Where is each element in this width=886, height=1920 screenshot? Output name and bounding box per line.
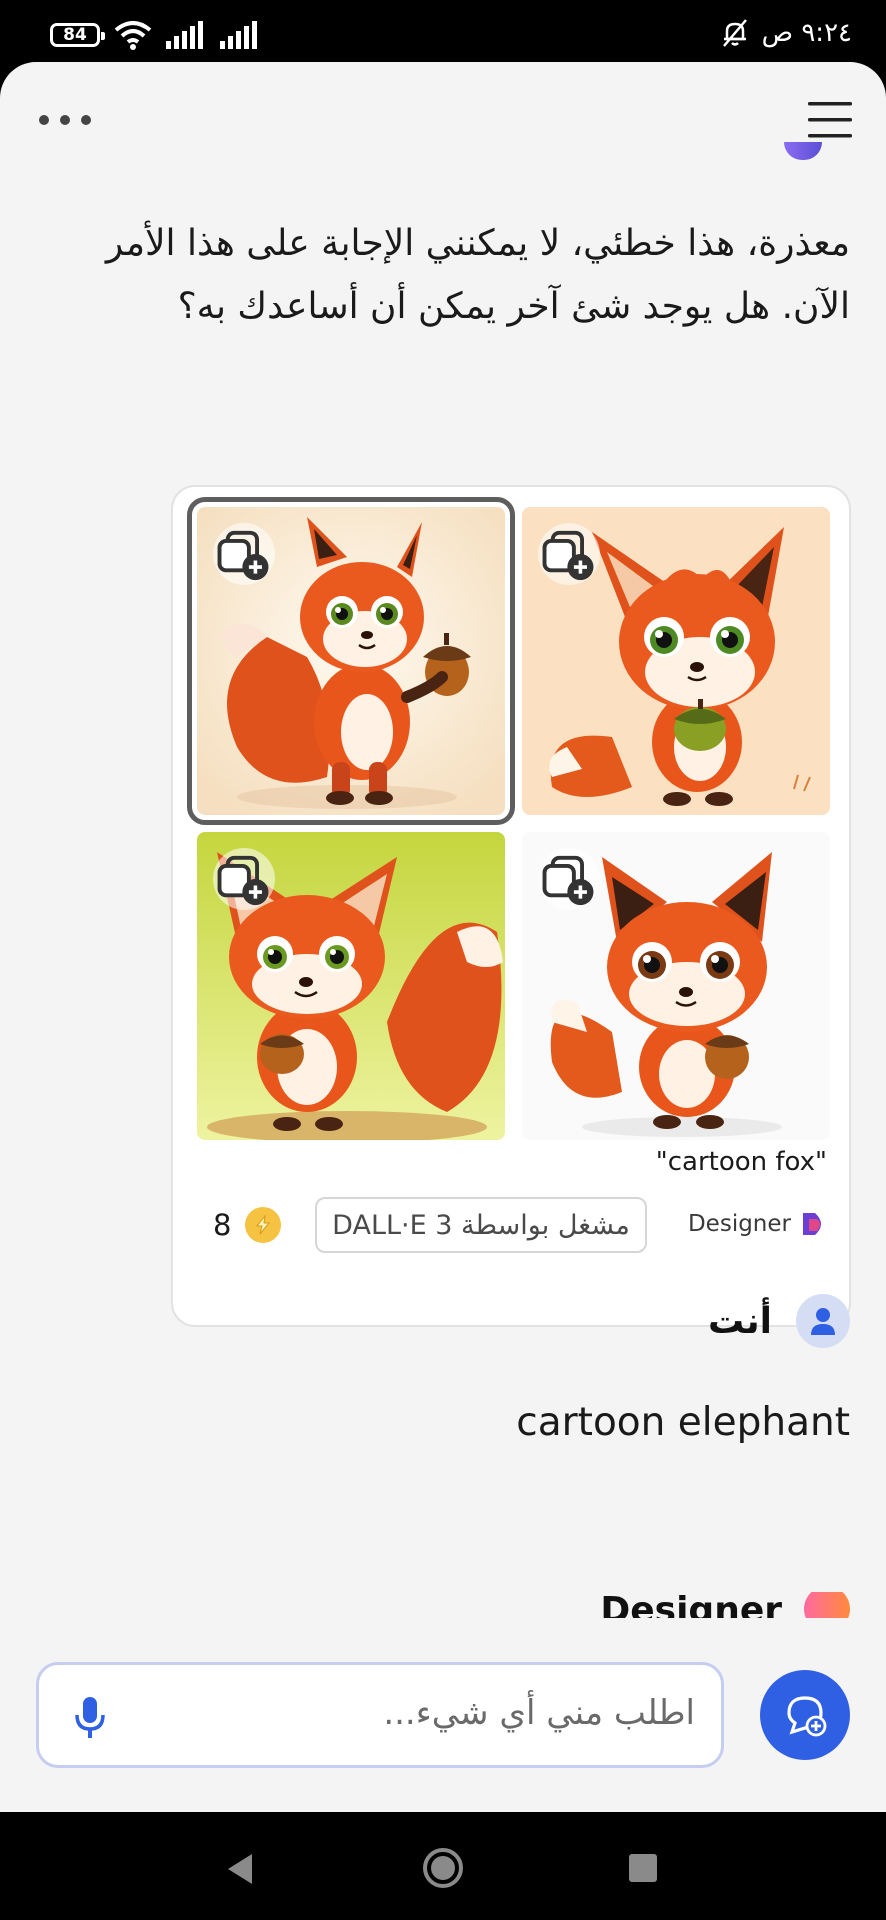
designer-brand[interactable]: Designer bbox=[688, 1209, 829, 1239]
add-to-collection-icon[interactable] bbox=[213, 848, 275, 910]
fox-image-3[interactable] bbox=[197, 832, 505, 1140]
status-left: 84 bbox=[50, 20, 260, 50]
designer-label: Designer bbox=[687, 1211, 791, 1237]
fox-image-4[interactable] bbox=[522, 832, 830, 1140]
user-message-text: cartoon elephant bbox=[516, 1400, 850, 1445]
user-message-header: أنت bbox=[708, 1294, 850, 1348]
chat-input-placeholder: اطلب مني أي شيء... bbox=[383, 1693, 695, 1733]
signal-icon-2 bbox=[220, 21, 257, 49]
bot-reply-text: معذرة، هذا خطئي، لا يمكنني الإجابة على ه… bbox=[105, 223, 850, 327]
signal-icon-1 bbox=[166, 21, 203, 49]
new-chat-icon bbox=[787, 1696, 827, 1737]
user-avatar-icon bbox=[796, 1294, 850, 1348]
wifi-icon bbox=[114, 21, 152, 50]
designer-avatar-partial bbox=[784, 142, 822, 160]
designer-avatar-icon bbox=[804, 1592, 850, 1618]
add-to-collection-icon[interactable] bbox=[538, 523, 600, 585]
add-to-collection-icon[interactable] bbox=[213, 523, 275, 585]
boost-count: 8 bbox=[213, 1208, 232, 1242]
microphone-icon[interactable] bbox=[73, 1695, 107, 1741]
image-result-card: "cartoon fox" Designer مشغل بواسطة DALL·… bbox=[171, 485, 851, 1327]
add-to-collection-icon[interactable] bbox=[538, 848, 600, 910]
image-prompt-caption: "cartoon fox" bbox=[655, 1147, 827, 1177]
recent-apps-icon[interactable] bbox=[629, 1854, 657, 1882]
next-sender-label: Designer bbox=[600, 1592, 782, 1618]
boost-counter: 8 bbox=[213, 1207, 282, 1243]
back-icon[interactable] bbox=[224, 1852, 256, 1886]
chat-input[interactable]: اطلب مني أي شيء... bbox=[36, 1662, 724, 1768]
chat-screen: معذرة، هذا خطئي، لا يمكنني الإجابة على ه… bbox=[0, 62, 886, 1812]
clock: ٩:٢٤ ص bbox=[761, 18, 852, 48]
battery-level: 84 bbox=[63, 25, 87, 45]
muted-bell-icon bbox=[722, 19, 747, 47]
status-bar: 84 ٩:٢٤ ص bbox=[0, 0, 886, 64]
powered-by-dalle-badge[interactable]: مشغل بواسطة DALL·E 3 bbox=[315, 1197, 647, 1253]
fox-image-1[interactable] bbox=[187, 497, 515, 825]
designer-logo-icon bbox=[803, 1213, 821, 1235]
system-navigation-bar bbox=[0, 1812, 886, 1920]
status-right: ٩:٢٤ ص bbox=[720, 18, 852, 48]
battery-icon: 84 bbox=[50, 23, 105, 47]
hamburger-menu-icon[interactable] bbox=[806, 100, 854, 140]
boost-bolt-icon bbox=[245, 1207, 282, 1243]
fox-image-2[interactable] bbox=[522, 507, 830, 815]
next-message-header-partial: Designer bbox=[600, 1592, 850, 1618]
user-name-label: أنت bbox=[708, 1300, 772, 1342]
new-topic-button[interactable] bbox=[760, 1670, 850, 1760]
more-options-icon[interactable] bbox=[38, 108, 92, 132]
home-icon[interactable] bbox=[421, 1846, 465, 1890]
